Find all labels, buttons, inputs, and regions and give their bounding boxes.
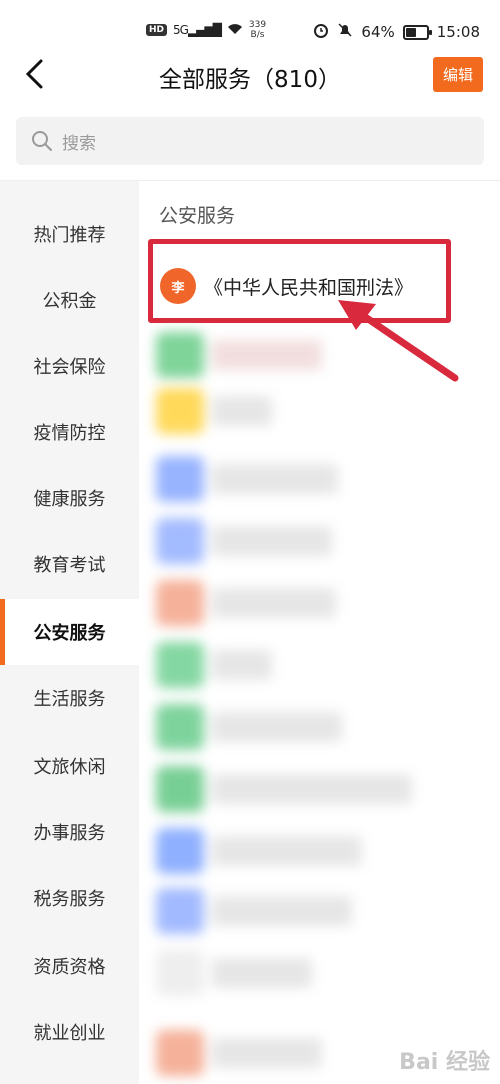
net-speed-unit: B/s [250, 30, 265, 40]
sidebar-item-culture-travel[interactable]: 文旅休闲 [0, 733, 139, 799]
sidebar-item-qualification[interactable]: 资质资格 [0, 933, 139, 999]
service-logo-icon [156, 332, 204, 378]
sidebar-item-epidemic[interactable]: 疫情防控 [0, 399, 139, 465]
list-item-text [212, 588, 336, 618]
list-item[interactable] [156, 950, 312, 996]
clock: 15:08 [436, 23, 480, 41]
category-sidebar: 热门推荐 公积金 社会保险 疫情防控 健康服务 教育考试 公安服务 生活服务 文… [0, 181, 139, 1084]
sidebar-item-label: 健康服务 [33, 489, 106, 510]
sidebar-item-affairs[interactable]: 办事服务 [0, 799, 139, 865]
list-item[interactable] [156, 1030, 322, 1076]
sidebar-item-label: 就业创业 [33, 1023, 106, 1044]
net-speed: 339 B/s [249, 20, 266, 40]
service-logo-icon [156, 1030, 204, 1076]
alarm-icon [313, 22, 329, 42]
sidebar-item-employment[interactable]: 就业创业 [0, 999, 139, 1065]
net-speed-value: 339 [248, 20, 267, 30]
sidebar-item-health[interactable]: 健康服务 [0, 465, 139, 531]
list-item-text [212, 340, 322, 370]
mute-icon [337, 22, 353, 42]
service-logo-icon [156, 828, 204, 874]
sidebar-item-public-security[interactable]: 公安服务 [0, 599, 139, 665]
list-item[interactable] [156, 704, 342, 750]
annotation-arrow-icon [338, 300, 459, 382]
list-item[interactable] [156, 580, 336, 626]
service-logo-icon [156, 456, 204, 502]
sidebar-item-housing-fund[interactable]: 公积金 [0, 267, 139, 333]
sidebar-item-label: 社会保险 [33, 357, 106, 378]
list-item[interactable] [156, 766, 412, 812]
list-item-text [212, 712, 342, 742]
service-logo-icon [156, 388, 204, 434]
status-bar: HD 5G▂▄▆█ 339 B/s 64% 15:08 [0, 0, 500, 48]
list-item-text [212, 464, 338, 494]
sidebar-item-label: 资质资格 [33, 957, 106, 978]
sidebar-item-life[interactable]: 生活服务 [0, 665, 139, 731]
sidebar-item-social-insurance[interactable]: 社会保险 [0, 333, 139, 399]
sidebar-item-label: 办事服务 [33, 823, 106, 844]
page-title: 全部服务（810） [159, 67, 341, 93]
list-item[interactable] [156, 388, 272, 434]
sidebar-item-education[interactable]: 教育考试 [0, 531, 139, 597]
list-item[interactable] [156, 828, 362, 874]
service-logo-icon [156, 642, 204, 688]
sidebar-item-label: 热门推荐 [33, 225, 106, 246]
hd-icon: HD [146, 24, 168, 36]
sidebar-item-label: 生活服务 [33, 689, 106, 710]
signal-label: 5G [173, 23, 189, 37]
status-left: HD 5G▂▄▆█ 339 B/s [146, 20, 266, 40]
service-logo-icon [156, 950, 204, 996]
search-placeholder: 搜索 [62, 133, 96, 154]
list-item-text [212, 774, 412, 804]
service-logo-icon [156, 580, 204, 626]
list-item-text [212, 836, 362, 866]
list-item-text [212, 896, 352, 926]
status-right: 64% 15:08 [313, 22, 480, 42]
list-item[interactable] [156, 456, 338, 502]
section-title: 公安服务 [159, 205, 236, 227]
sidebar-item-tax[interactable]: 税务服务 [0, 865, 139, 931]
list-item[interactable] [156, 518, 332, 564]
service-logo-icon [156, 888, 204, 934]
battery-icon [402, 24, 432, 40]
sidebar-item-label: 公积金 [42, 291, 97, 312]
list-item-text [212, 396, 272, 426]
battery-percent: 64% [361, 23, 395, 41]
sidebar-item-label: 文旅休闲 [33, 757, 106, 778]
list-item[interactable] [156, 888, 352, 934]
search-input[interactable]: 搜索 [16, 117, 484, 165]
search-icon [32, 131, 52, 151]
list-item-text [212, 958, 312, 988]
list-item-text [212, 1038, 322, 1068]
watermark: Bai 经验 [399, 1050, 490, 1075]
edit-button[interactable]: 编辑 [432, 57, 483, 92]
sidebar-item-hot[interactable]: 热门推荐 [0, 201, 139, 267]
service-logo-icon [156, 704, 204, 750]
sidebar-item-label: 税务服务 [33, 889, 106, 910]
battery-fill [405, 27, 416, 37]
service-logo-icon [156, 518, 204, 564]
list-item-text [212, 526, 332, 556]
list-item-text [212, 650, 272, 680]
sidebar-item-label: 教育考试 [33, 555, 106, 576]
sidebar-item-label: 公安服务 [33, 623, 106, 644]
sidebar-item-label: 疫情防控 [33, 423, 106, 444]
service-logo-icon [156, 766, 204, 812]
signal-icon: 5G▂▄▆█ [173, 23, 222, 37]
top-app-bar: 全部服务（810） 编辑 [0, 48, 500, 104]
list-item[interactable] [156, 332, 322, 378]
wifi-icon [227, 23, 243, 38]
list-item[interactable] [156, 642, 272, 688]
